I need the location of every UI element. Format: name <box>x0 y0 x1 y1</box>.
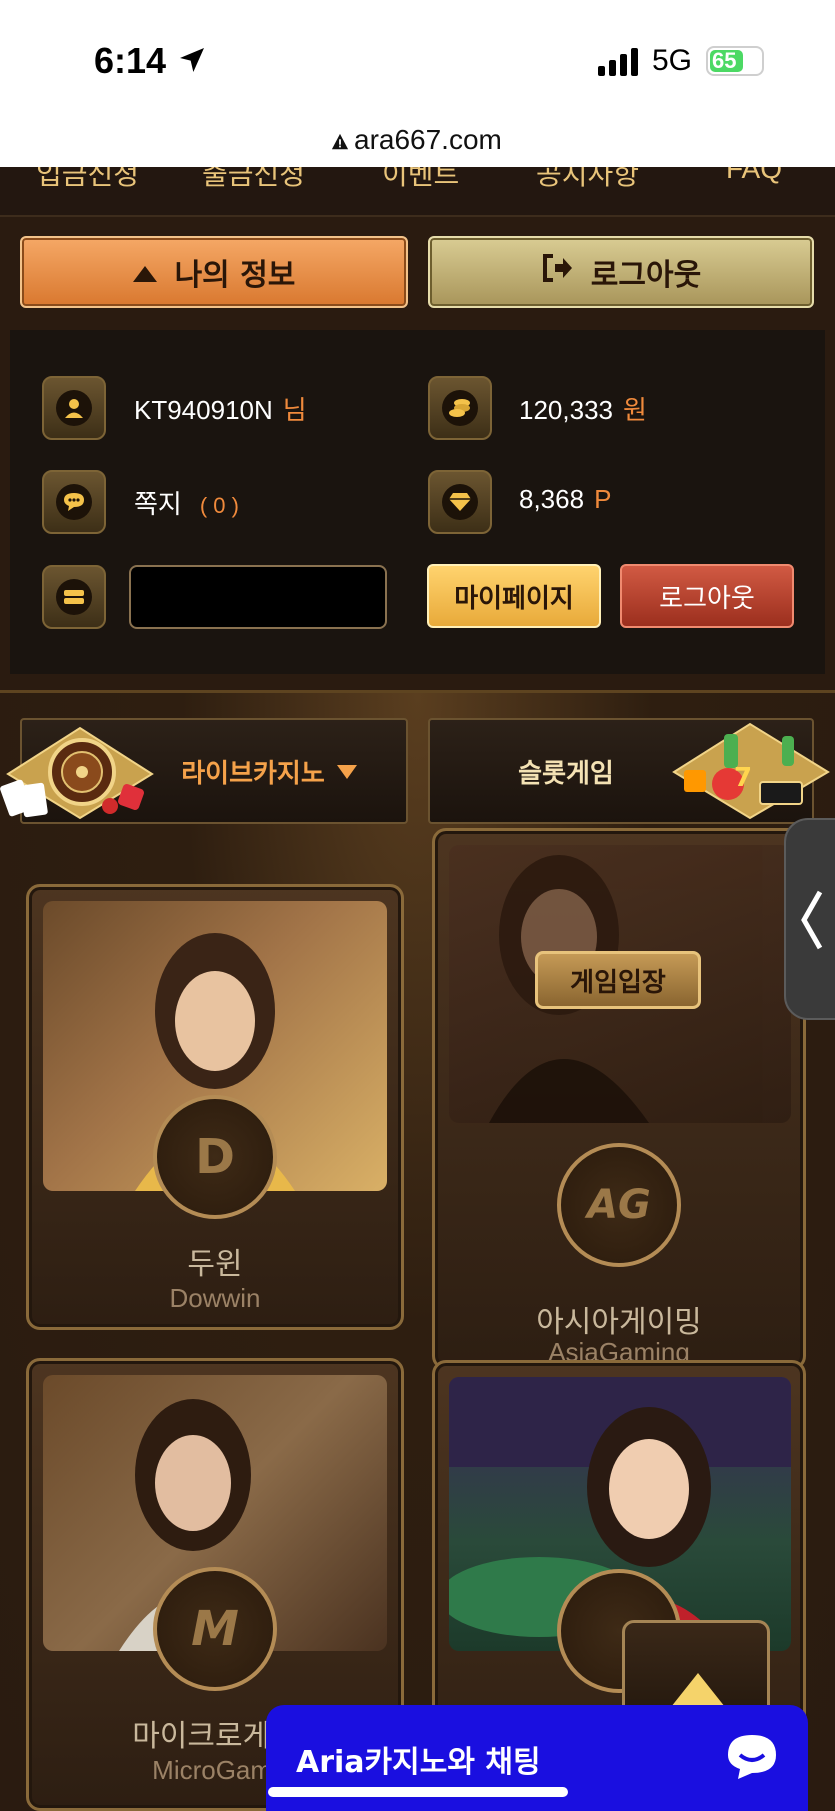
caret-up-icon <box>132 255 157 290</box>
sign-out-icon <box>541 254 573 290</box>
memo-count: ( 0 ) <box>199 493 239 518</box>
chat-label: Aria카지노와 채팅 <box>296 1745 541 1780</box>
user-info-panel: KT940910N 님 120,333 원 쪽지 ( 0 ) 8,368 P 마이페이지… <box>10 330 825 674</box>
microgaming-logo: M <box>153 1567 277 1691</box>
memo[interactable]: 쪽지 ( 0 ) <box>134 484 239 521</box>
address-bar[interactable]: ara667.com <box>0 115 835 167</box>
slot-machine-decoration: 7 <box>672 722 830 820</box>
warning-icon <box>331 133 349 150</box>
tab-slot-game-label: 슬롯게임 <box>518 758 614 789</box>
nav-deposit[interactable]: 입금신청 <box>36 167 139 193</box>
mypage-button[interactable]: 마이페이지 <box>427 564 601 628</box>
user-icon <box>42 376 106 440</box>
nav-event[interactable]: 이벤트 <box>382 167 459 193</box>
memo-label: 쪽지 <box>134 489 182 519</box>
game-name-ko: 두윈 <box>187 1247 243 1282</box>
game-name-ko: 아시아게이밍 <box>536 1305 702 1340</box>
game-card-asiagaming[interactable]: 게임입장 AG 아시아게이밍 AsiaGaming <box>432 828 806 1370</box>
my-info-button[interactable]: 나의 정보 <box>20 236 408 308</box>
coins-icon <box>428 376 492 440</box>
game-card-dowwin[interactable]: D 두윈 Dowwin <box>26 884 404 1330</box>
balance-unit: 원 <box>622 395 647 425</box>
top-nav: 입금신청 출금신청 이벤트 공지사항 FAQ <box>0 167 835 217</box>
battery-percent: 65 <box>712 48 737 73</box>
chat-widget[interactable]: Aria카지노와 채팅 <box>266 1705 808 1811</box>
logout-label: 로그아웃 <box>590 258 702 293</box>
dowwin-logo: D <box>153 1095 277 1219</box>
username: KT940910N 님 <box>134 390 307 427</box>
my-info-label: 나의 정보 <box>174 258 296 293</box>
caret-down-icon <box>336 756 357 786</box>
points-value: 8,368 <box>519 484 585 514</box>
location-arrow-icon <box>180 48 204 72</box>
points-unit: P <box>594 484 612 514</box>
points: 8,368 P <box>519 484 611 515</box>
roulette-decoration <box>0 726 154 820</box>
nav-withdraw[interactable]: 출금신청 <box>202 167 305 193</box>
asiagaming-logo: AG <box>557 1143 681 1267</box>
message-icon[interactable] <box>42 470 106 534</box>
chevron-left-icon <box>801 890 823 950</box>
logout-button[interactable]: 로그아웃 <box>428 236 814 308</box>
wallet-icon <box>42 565 106 629</box>
svg-text:7: 7 <box>734 763 752 793</box>
code-input[interactable] <box>129 565 387 629</box>
clock: 6:14 <box>94 40 167 81</box>
status-bar: 6:14 5G 65 <box>0 0 835 115</box>
battery-icon: 65 <box>706 46 764 76</box>
tab-live-casino-label: 라이브카지노 <box>181 758 325 789</box>
username-suffix: 님 <box>282 395 307 425</box>
signal-icon <box>598 48 638 76</box>
side-panel-handle[interactable] <box>784 818 835 1020</box>
game-name-en: Dowwin <box>169 1283 261 1313</box>
home-indicator <box>268 1787 568 1797</box>
arrow-up-icon <box>671 1673 725 1707</box>
username-value: KT940910N <box>134 395 273 425</box>
url-text: ara667.com <box>354 124 502 155</box>
balance-value: 120,333 <box>519 395 613 425</box>
network-type: 5G <box>652 44 693 77</box>
nav-notice[interactable]: 공지사항 <box>536 167 639 193</box>
game-enter-button[interactable]: 게임입장 <box>535 951 701 1009</box>
chat-bubble-icon <box>728 1735 776 1779</box>
balance: 120,333 원 <box>519 390 647 427</box>
nav-faq[interactable]: FAQ <box>726 167 782 185</box>
logout-small-button[interactable]: 로그아웃 <box>620 564 794 628</box>
diamond-icon <box>428 470 492 534</box>
